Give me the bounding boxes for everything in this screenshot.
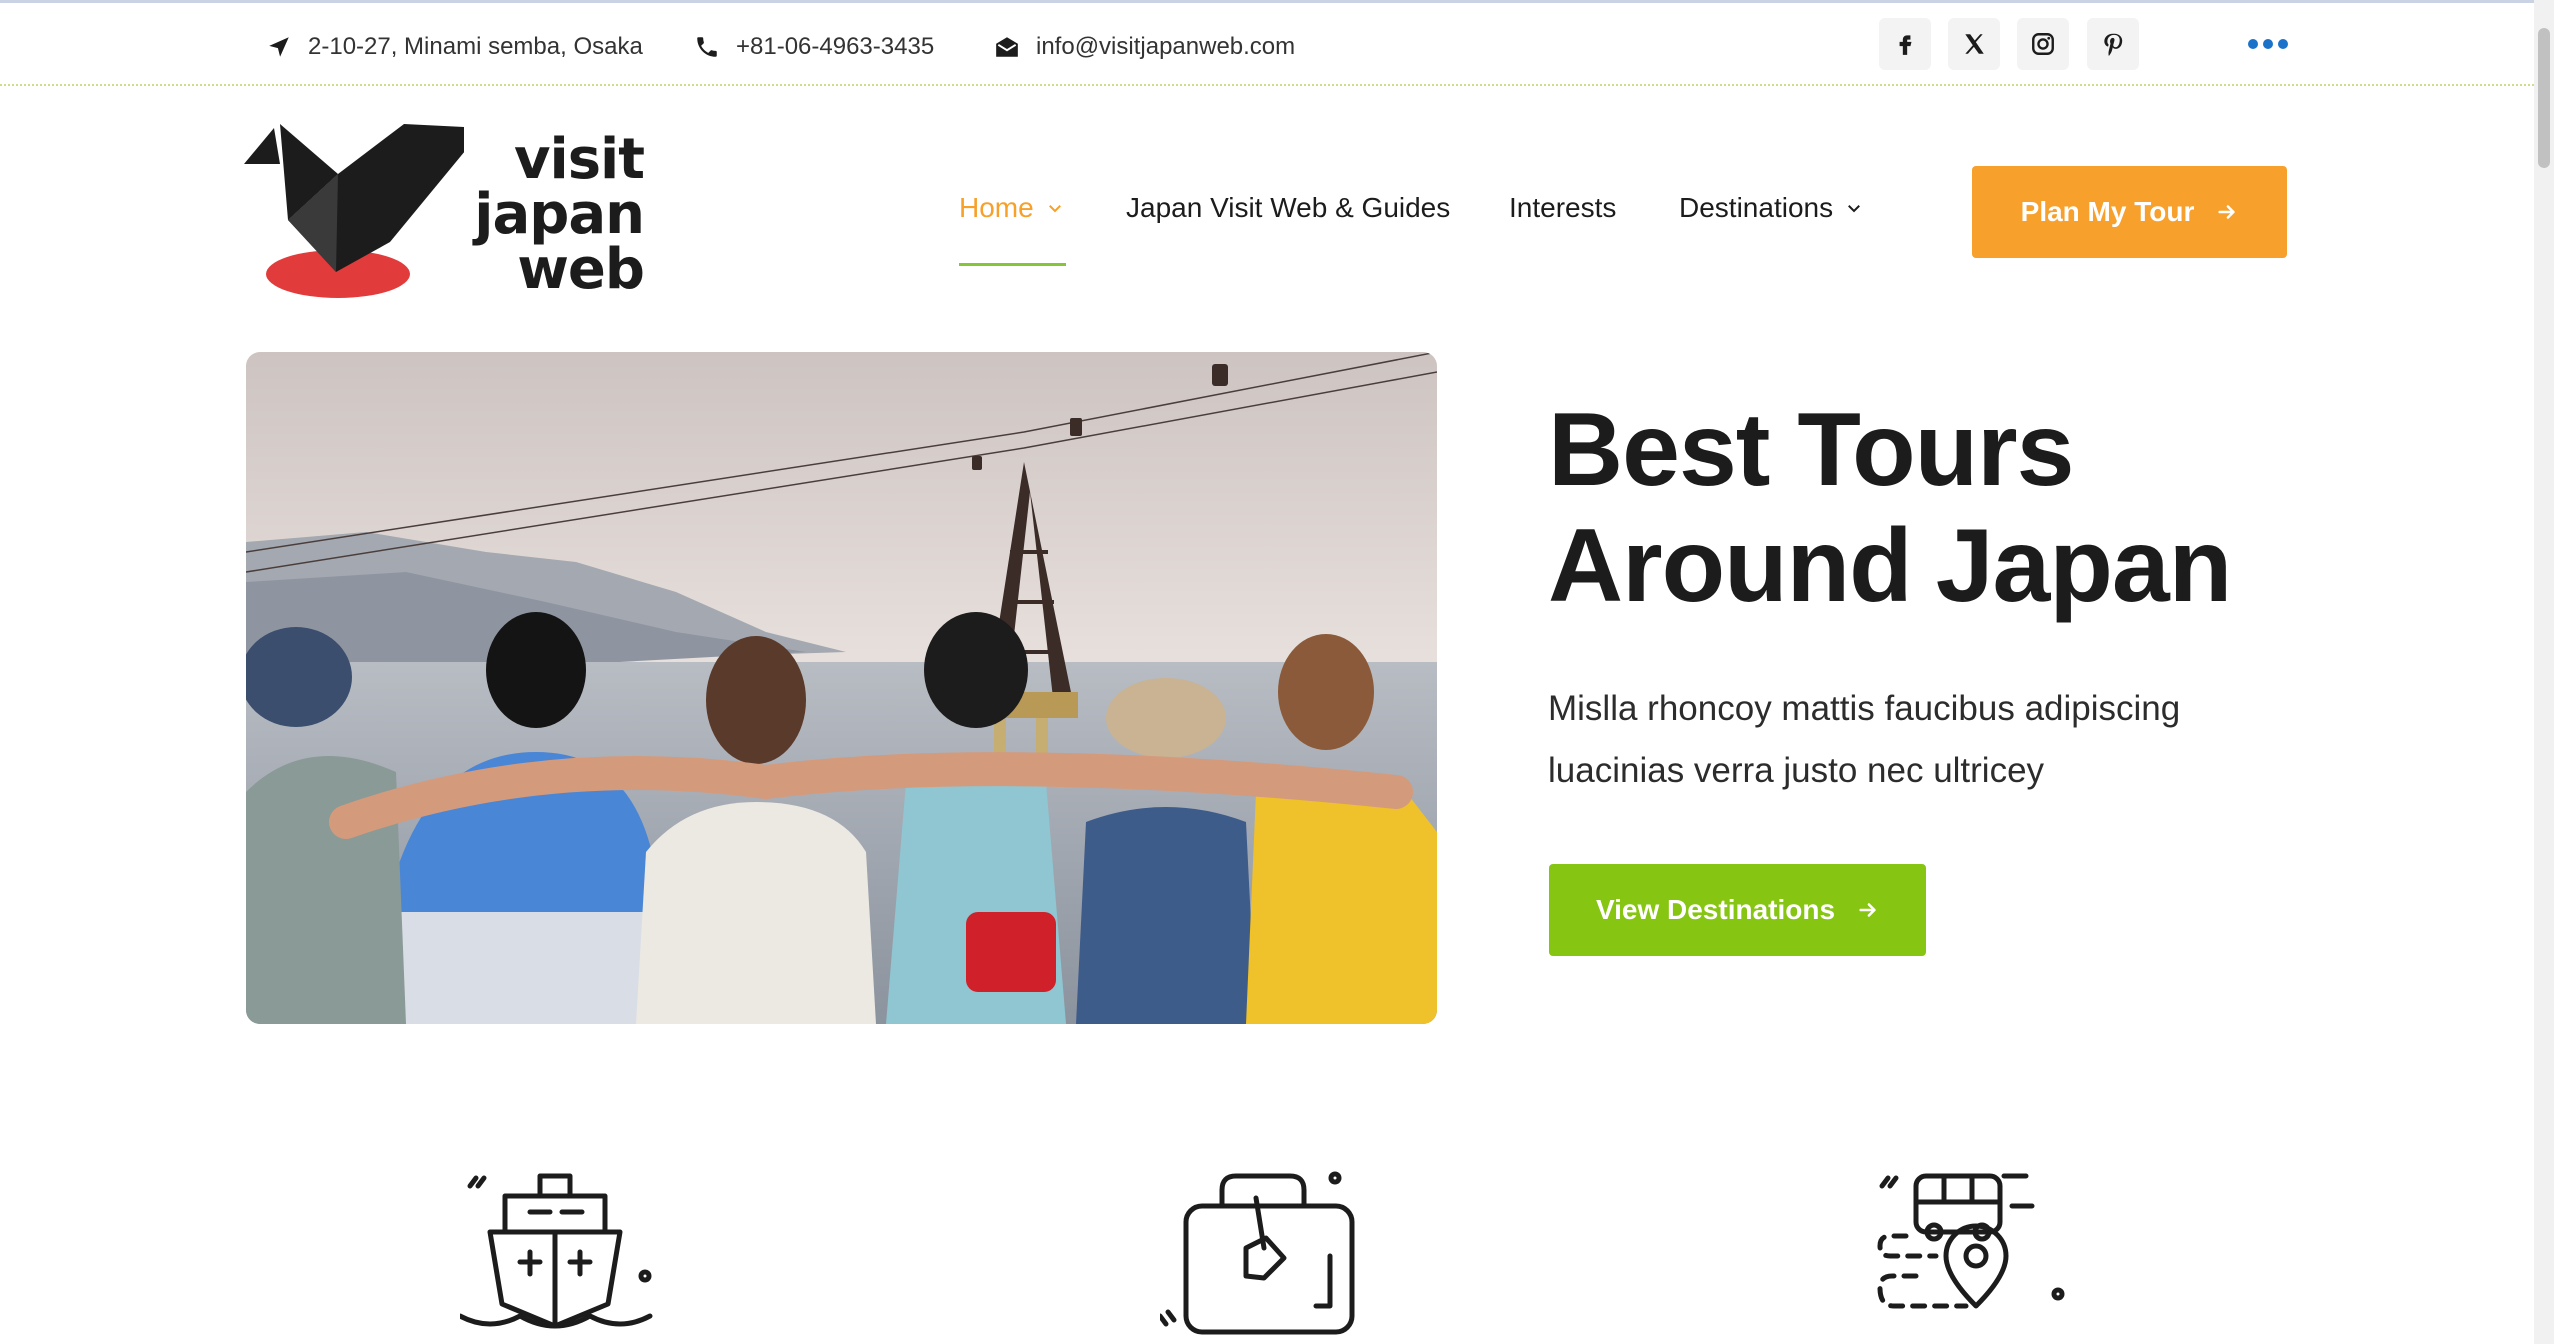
- email-info[interactable]: info@visitjapanweb.com: [994, 29, 1295, 65]
- nav-item-label: Destinations: [1679, 192, 1834, 223]
- nav-item-label: Japan Visit Web & Guides: [1126, 192, 1451, 223]
- address-info: 2-10-27, Minami semba, Osaka: [266, 29, 643, 65]
- scrollbar-thumb[interactable]: [2538, 28, 2550, 168]
- hero-title-line1: Best Tours: [1548, 392, 2075, 508]
- nav-item-interests[interactable]: Interests: [1509, 192, 1616, 224]
- arrow-right-icon: [1859, 903, 1876, 917]
- ship-icon: [457, 1166, 660, 1344]
- site-logo[interactable]: visit japan web: [244, 122, 645, 302]
- group-of-friends-photo: [246, 352, 1437, 1024]
- envelope-open-icon: [996, 37, 1018, 57]
- page-scrollbar[interactable]: [2534, 0, 2554, 1344]
- arrow-right-icon: [2218, 205, 2236, 219]
- plan-my-tour-button[interactable]: Plan My Tour: [1972, 166, 2287, 258]
- plan-my-tour-label: Plan My Tour: [2020, 196, 2195, 227]
- email-text[interactable]: info@visitjapanweb.com: [1036, 33, 1295, 61]
- x-twitter-icon[interactable]: [1948, 18, 2000, 70]
- hero-image: [246, 352, 1437, 1024]
- hero-title-highlight: Japan: [1935, 508, 2232, 624]
- logo-word-visit: visit: [514, 127, 645, 192]
- phone-info[interactable]: +81-06-4963-3435: [694, 29, 934, 65]
- chevron-down-icon: [1848, 205, 1861, 213]
- hero-title-line2: Around Japan: [1548, 508, 2348, 624]
- hero-title: Best Tours Around Japan: [1548, 392, 2348, 624]
- facebook-icon[interactable]: [1879, 18, 1931, 70]
- nav-item-home[interactable]: Home: [959, 192, 1064, 224]
- logo-word-web: web: [517, 237, 645, 302]
- top-info-bar: 2-10-27, Minami semba, Osaka +81-06-4963…: [0, 0, 2534, 86]
- pinterest-icon[interactable]: [2087, 18, 2139, 70]
- view-destinations-button[interactable]: View Destinations: [1549, 864, 1926, 956]
- instagram-icon[interactable]: [2017, 18, 2069, 70]
- address-text: 2-10-27, Minami semba, Osaka: [308, 33, 643, 60]
- active-nav-indicator: [959, 263, 1066, 266]
- chevron-down-icon: [1048, 205, 1061, 213]
- nav-item-label: Home: [959, 192, 1034, 223]
- nav-item-destinations[interactable]: Destinations: [1679, 192, 1863, 224]
- hero-subtitle: Mislla rhoncoy mattis faucibus adipiscin…: [1548, 689, 2181, 790]
- bus-route-icon: [1876, 1166, 2076, 1344]
- ellipsis-icon[interactable]: [2248, 39, 2288, 49]
- phone-icon: [697, 37, 717, 57]
- nav-item-guides[interactable]: Japan Visit Web & Guides: [1126, 192, 1450, 224]
- hero-title-around: Around: [1548, 508, 1913, 624]
- luggage-icon: [1157, 1166, 1360, 1344]
- phone-text[interactable]: +81-06-4963-3435: [736, 33, 934, 61]
- logo-word-japan: japan: [474, 182, 645, 247]
- origami-bird-logo-icon: [244, 124, 484, 298]
- view-destinations-label: View Destinations: [1595, 894, 1836, 925]
- location-arrow-icon: [269, 37, 289, 57]
- nav-item-label: Interests: [1509, 192, 1617, 223]
- logo-wordmark: visit japan web: [454, 127, 645, 302]
